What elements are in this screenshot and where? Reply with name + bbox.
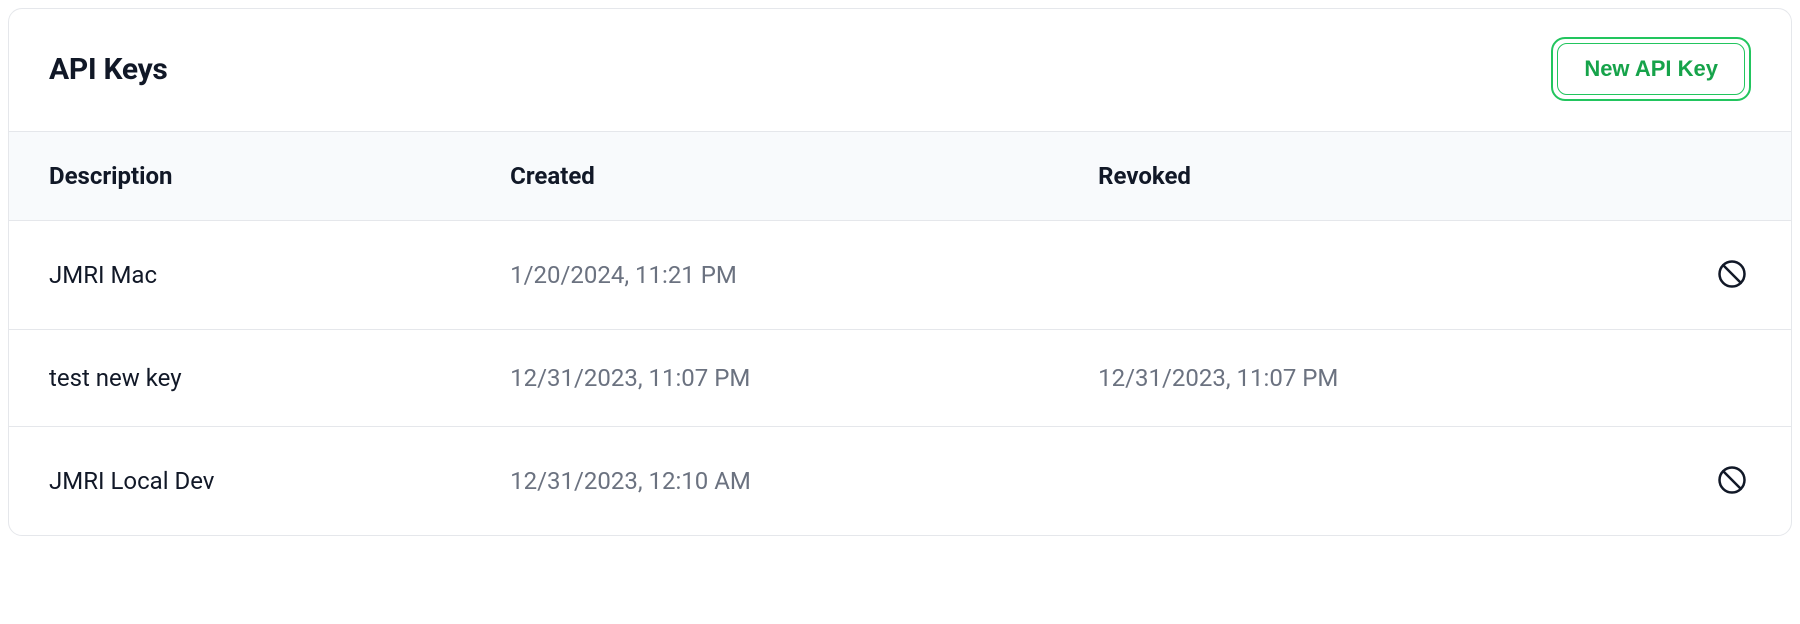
card-header: API Keys New API Key <box>9 9 1791 131</box>
cell-description: JMRI Mac <box>9 221 490 330</box>
cell-description: test new key <box>9 330 490 427</box>
cell-created: 12/31/2023, 12:10 AM <box>490 427 1078 536</box>
cell-created: 12/31/2023, 11:07 PM <box>490 330 1078 427</box>
column-header-actions <box>1666 132 1791 221</box>
api-keys-card: API Keys New API Key Description Created… <box>8 8 1792 536</box>
cell-actions <box>1666 427 1791 536</box>
new-api-key-button[interactable]: New API Key <box>1557 43 1745 95</box>
table-row: JMRI Mac1/20/2024, 11:21 PM <box>9 221 1791 330</box>
revoke-button[interactable] <box>1713 461 1751 499</box>
column-header-description: Description <box>9 132 490 221</box>
ban-icon <box>1717 465 1747 495</box>
page-title: API Keys <box>49 52 168 87</box>
table-row: test new key12/31/2023, 11:07 PM12/31/20… <box>9 330 1791 427</box>
cell-revoked <box>1078 427 1666 536</box>
cell-revoked <box>1078 221 1666 330</box>
table-header-row: Description Created Revoked <box>9 132 1791 221</box>
new-api-key-focus-ring: New API Key <box>1551 37 1751 101</box>
api-keys-table: Description Created Revoked JMRI Mac1/20… <box>9 131 1791 535</box>
cell-description: JMRI Local Dev <box>9 427 490 536</box>
revoke-button[interactable] <box>1713 255 1751 293</box>
cell-created: 1/20/2024, 11:21 PM <box>490 221 1078 330</box>
column-header-revoked: Revoked <box>1078 132 1666 221</box>
cell-actions <box>1666 221 1791 330</box>
cell-actions <box>1666 330 1791 427</box>
ban-icon <box>1717 259 1747 289</box>
table-row: JMRI Local Dev12/31/2023, 12:10 AM <box>9 427 1791 536</box>
table-body: JMRI Mac1/20/2024, 11:21 PMtest new key1… <box>9 221 1791 536</box>
cell-revoked: 12/31/2023, 11:07 PM <box>1078 330 1666 427</box>
column-header-created: Created <box>490 132 1078 221</box>
